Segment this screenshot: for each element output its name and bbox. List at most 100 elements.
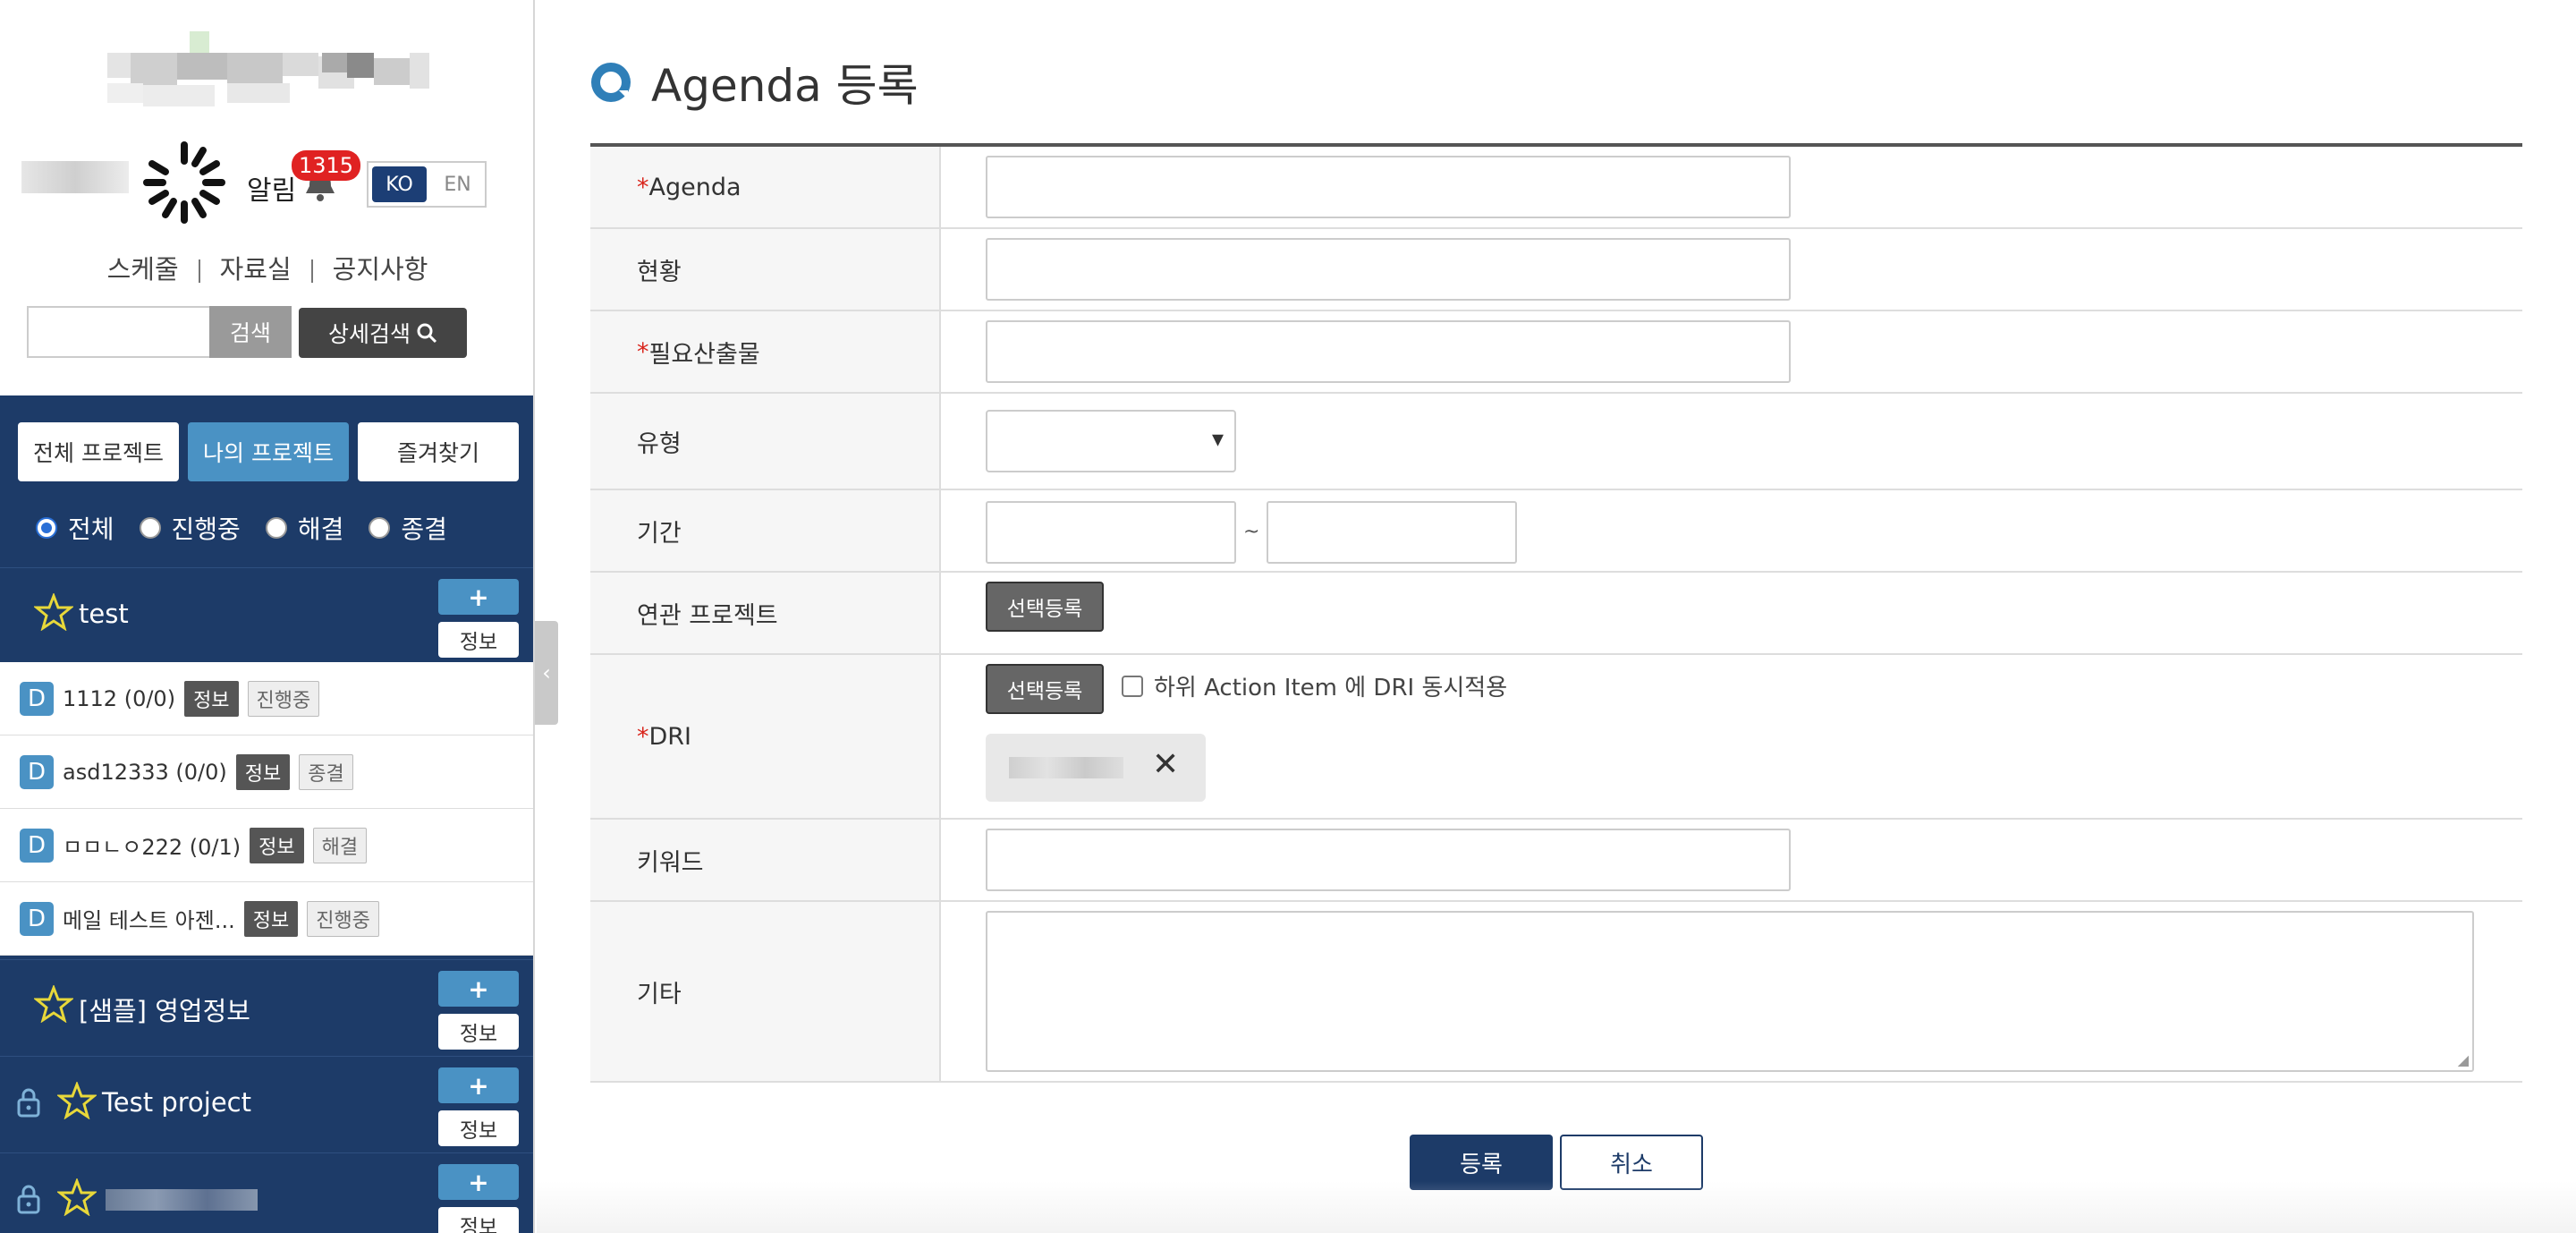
project-info-button[interactable]: 정보 [438, 1207, 519, 1233]
link-schedule[interactable]: 스케줄 [107, 254, 179, 285]
required-mark: * [637, 337, 649, 366]
filter-label: 종결 [401, 514, 447, 544]
status-filters: 전체 진행중 해결 종결 [36, 510, 447, 546]
star-icon[interactable] [57, 1178, 97, 1216]
project-info-button[interactable]: 정보 [438, 1110, 519, 1146]
advanced-search-button[interactable]: 상세검색 [299, 308, 467, 358]
advanced-search-label: 상세검색 [327, 321, 411, 347]
field-value [941, 147, 2522, 227]
project-item-sample-sales[interactable]: [샘플] 영업정보 + 정보 [0, 959, 533, 1054]
tab-all-projects[interactable]: 전체 프로젝트 [18, 422, 179, 481]
keyword-input[interactable] [986, 829, 1791, 891]
link-archive[interactable]: 자료실 [220, 254, 292, 285]
agenda-list: D 1112 (0/0) 정보 진행중 D asd12333 (0/0) 정보 … [0, 662, 533, 956]
keyword-label: 키워드 [637, 848, 704, 877]
row-related-project: 연관 프로젝트 선택등록 [590, 573, 2522, 655]
list-item[interactable]: D asd12333 (0/0) 정보 종결 [0, 736, 533, 809]
info-tag[interactable]: 정보 [243, 900, 299, 937]
filter-label: 해결 [297, 514, 344, 544]
tab-my-projects[interactable]: 나의 프로젝트 [188, 422, 349, 481]
project-item-test-project[interactable]: Test project + 정보 [0, 1056, 533, 1151]
dri-apply-checkbox[interactable] [1122, 675, 1143, 697]
field-value [941, 394, 2522, 489]
project-title[interactable]: [샘플] 영업정보 [79, 991, 250, 1028]
filter-resolved[interactable]: 해결 [265, 510, 344, 546]
agenda-input[interactable] [986, 156, 1791, 218]
info-tag[interactable]: 정보 [235, 753, 291, 790]
period-start-input[interactable] [986, 501, 1236, 564]
deliverable-input[interactable] [986, 320, 1791, 383]
link-notice[interactable]: 공지사항 [333, 254, 428, 285]
lang-en-button[interactable]: EN [430, 163, 485, 206]
related-project-select-button[interactable]: 선택등록 [986, 582, 1104, 632]
filter-in-progress[interactable]: 진행중 [139, 510, 241, 546]
related-project-label: 연관 프로젝트 [637, 601, 778, 630]
add-agenda-button[interactable]: + [438, 1067, 519, 1103]
project-title[interactable]: test [79, 599, 129, 629]
filter-all[interactable]: 전체 [36, 510, 114, 546]
info-tag[interactable]: 정보 [184, 680, 239, 717]
dri-apply-subitems[interactable]: 하위 Action Item 에 DRI 동시적용 [1122, 669, 1507, 702]
list-item[interactable]: D 1112 (0/0) 정보 진행중 [0, 662, 533, 736]
project-item-test[interactable]: test + 정보 [0, 567, 533, 662]
dri-select-button[interactable]: 선택등록 [986, 664, 1104, 714]
page-title-text: Agenda 등록 [651, 60, 919, 112]
status-input[interactable] [986, 238, 1791, 301]
loading-spinner-icon [143, 141, 225, 224]
field-label: * DRI [590, 655, 941, 818]
row-dri: * DRI 선택등록 하위 Action Item 에 DRI 동시적용 ✕ [590, 655, 2522, 820]
project-item-hidden[interactable]: + 정보 [0, 1152, 533, 1233]
field-label: * 필요산출물 [590, 311, 941, 392]
alarm-label[interactable]: 알림 [247, 168, 296, 208]
field-value [941, 820, 2522, 900]
add-agenda-button[interactable]: + [438, 971, 519, 1007]
dri-apply-label: 하위 Action Item 에 DRI 동시적용 [1154, 675, 1508, 702]
language-toggle[interactable]: KO EN [367, 161, 487, 208]
list-item[interactable]: D ㅁㅁㄴㅇ222 (0/1) 정보 해결 [0, 809, 533, 882]
search-button[interactable]: 검색 [209, 306, 292, 358]
project-title-redacted [106, 1189, 258, 1211]
item-name[interactable]: ㅁㅁㄴㅇ222 (0/1) [63, 829, 241, 861]
item-name[interactable]: 메일 테스트 아젠... [63, 903, 235, 934]
status-badge: 진행중 [307, 900, 379, 937]
row-type: 유형 [590, 394, 2522, 490]
field-value: ◢ [941, 902, 2522, 1081]
filter-closed[interactable]: 종결 [369, 510, 447, 546]
project-info-button[interactable]: 정보 [438, 1014, 519, 1050]
info-tag[interactable]: 정보 [250, 827, 304, 863]
project-title[interactable]: Test project [102, 1087, 251, 1118]
resize-handle-icon[interactable]: ◢ [2458, 1051, 2469, 1068]
field-label: 기간 [590, 490, 941, 571]
filter-label: 전체 [68, 514, 114, 544]
search-input[interactable] [27, 306, 209, 358]
radio[interactable] [265, 517, 287, 539]
add-agenda-button[interactable]: + [438, 579, 519, 615]
etc-label: 기타 [637, 980, 682, 1008]
add-agenda-button[interactable]: + [438, 1164, 519, 1200]
close-icon[interactable]: ✕ [1152, 746, 1179, 783]
tab-favorites[interactable]: 즐겨찾기 [358, 422, 519, 481]
radio[interactable] [139, 517, 161, 539]
radio[interactable] [369, 517, 391, 539]
status-badge: 진행중 [247, 680, 320, 717]
type-select[interactable] [986, 410, 1236, 472]
row-keyword: 키워드 [590, 820, 2522, 902]
item-name[interactable]: 1112 (0/0) [63, 686, 175, 711]
type-badge: D [20, 754, 54, 789]
search-icon [417, 323, 437, 344]
project-info-button[interactable]: 정보 [438, 622, 519, 658]
row-period: 기간 ~ [590, 490, 2522, 573]
required-mark: * [637, 173, 649, 201]
period-end-input[interactable] [1267, 501, 1517, 564]
item-name[interactable]: asd12333 (0/0) [63, 760, 227, 785]
list-item[interactable]: D 메일 테스트 아젠... 정보 진행중 [0, 882, 533, 956]
star-icon[interactable] [34, 593, 73, 631]
lang-ko-button[interactable]: KO [372, 166, 427, 202]
alarm-count-badge: 1315 [292, 150, 361, 181]
field-value [941, 311, 2522, 392]
radio-checked[interactable] [36, 517, 57, 539]
etc-textarea[interactable]: ◢ [986, 911, 2474, 1072]
star-icon[interactable] [34, 985, 73, 1023]
period-separator: ~ [1243, 521, 1260, 543]
star-icon[interactable] [57, 1082, 97, 1119]
